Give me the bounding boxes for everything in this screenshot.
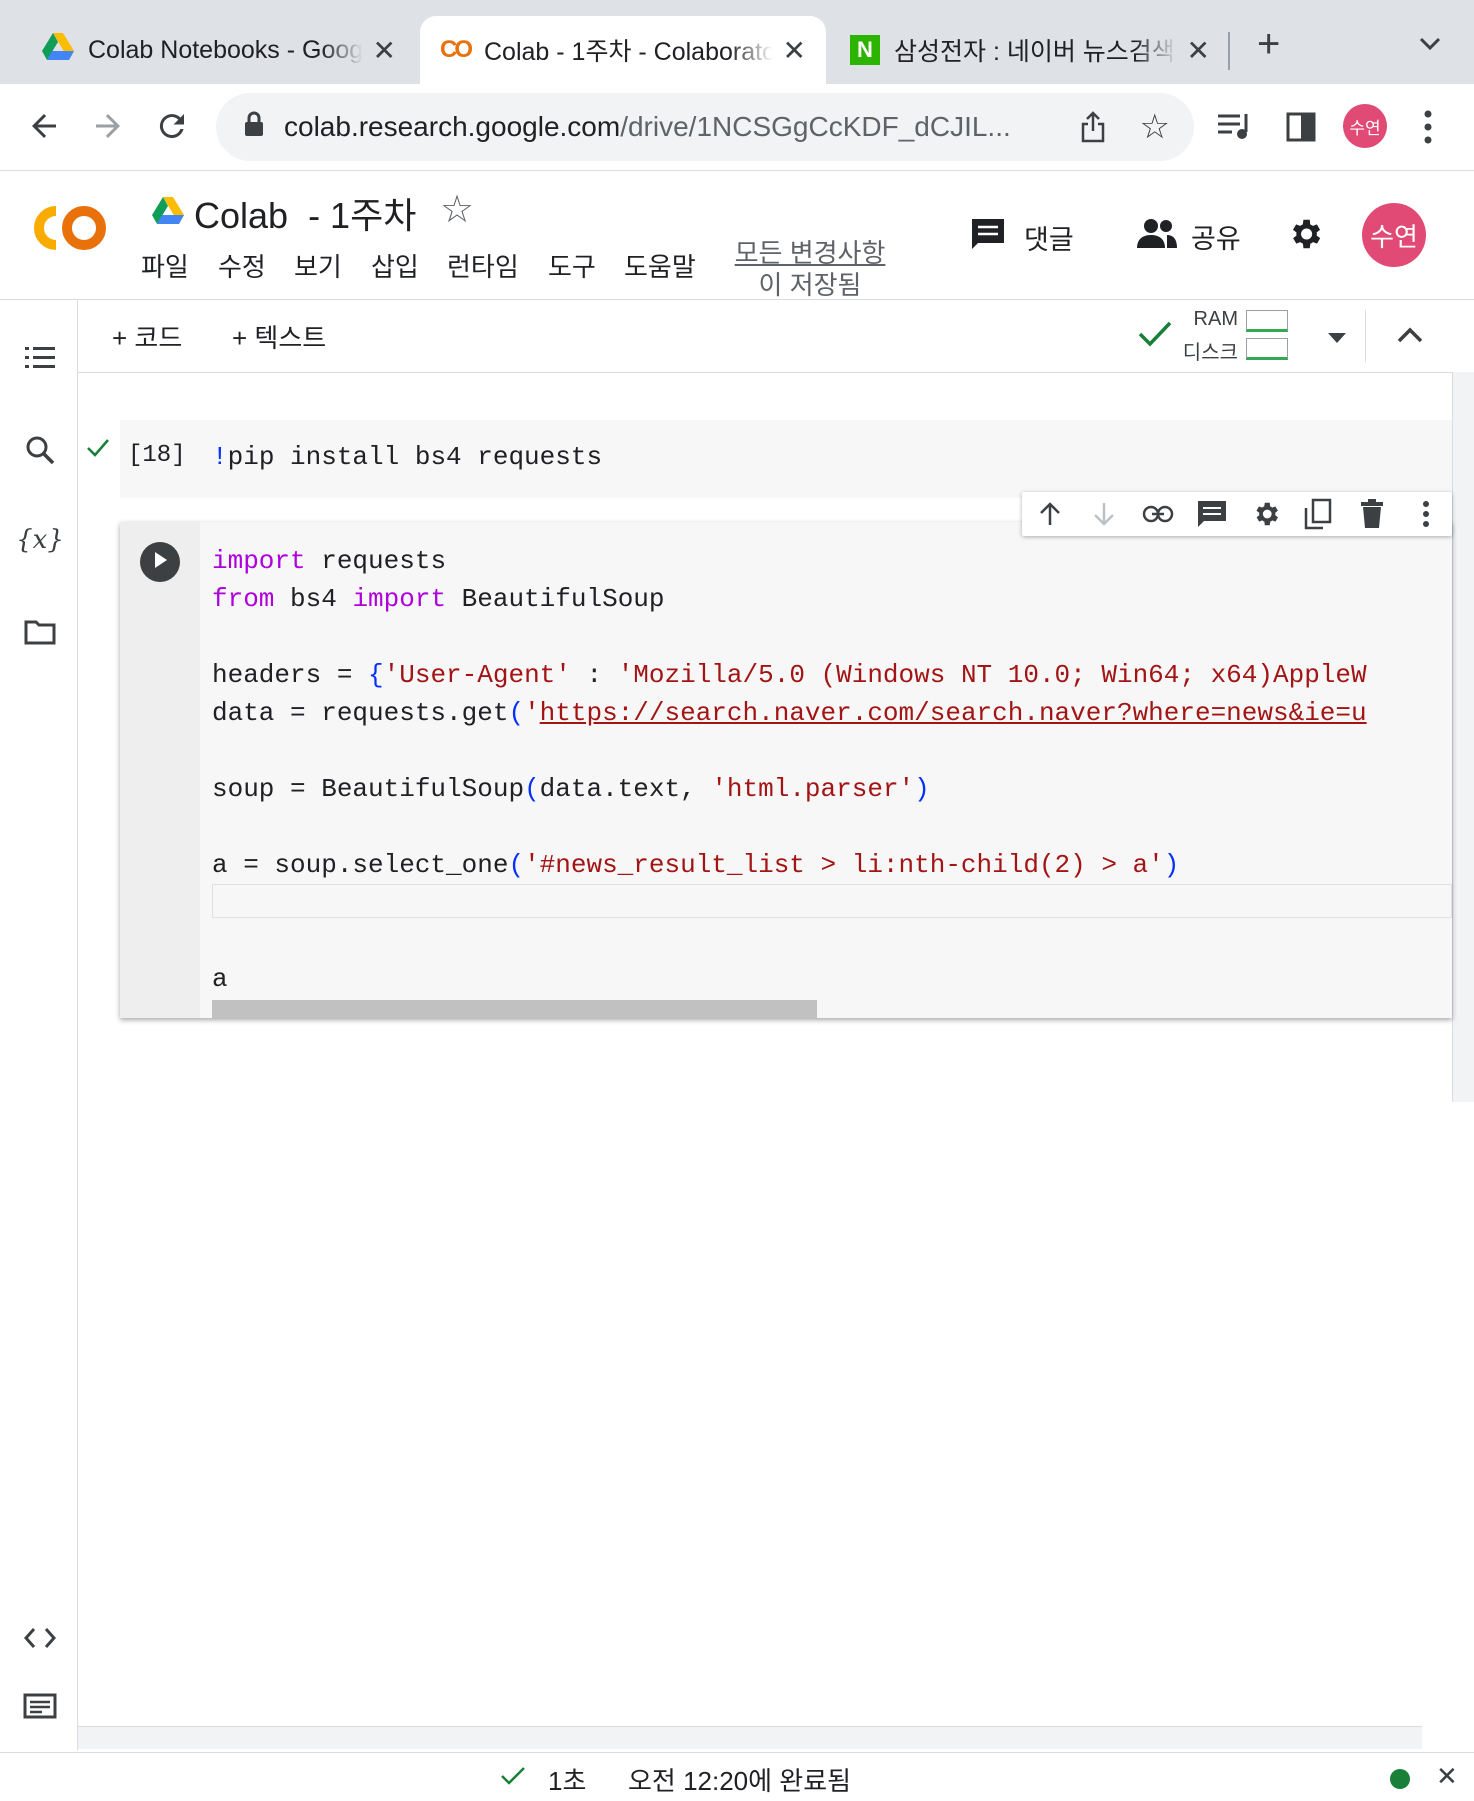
people-icon [1137,218,1177,255]
forward-icon[interactable] [90,108,126,149]
close-icon[interactable]: ✕ [783,34,806,67]
naver-icon: N [850,35,880,65]
comment-icon[interactable] [1192,494,1232,534]
tab-google-drive[interactable]: Colab Notebooks - Google Drive ✕ [22,16,416,84]
code-line[interactable]: a = soup.select_one('#news_result_list >… [212,850,1179,880]
reading-list-icon[interactable] [1216,110,1252,147]
code-snippets-icon[interactable] [20,1618,60,1658]
menu-tools[interactable]: 도구 [548,247,596,284]
code-cell-1[interactable]: [18] !pip install bs4 requests [120,420,1452,498]
code-line[interactable]: a [212,964,228,994]
settings-gear-icon[interactable] [1286,215,1324,258]
toolbar-divider [1365,310,1366,362]
execution-count: [18] [128,442,186,469]
code-line[interactable]: soup = BeautifulSoup(data.text, 'html.pa… [212,774,930,804]
execution-duration: 1초 [548,1766,587,1796]
tab-naver[interactable]: N 삼성전자 : 네이버 뉴스검색 ✕ [830,16,1230,84]
horizontal-scrollbar[interactable] [212,1000,817,1018]
colab-logo[interactable] [28,201,112,260]
address-bar[interactable]: colab.research.google.com/drive/1NCSGgCc… [216,93,1194,161]
tab-search-chevron-icon[interactable] [1418,36,1442,57]
menu-edit[interactable]: 수정 [218,247,266,284]
left-sidebar: {x} [0,300,78,1750]
close-icon[interactable]: ✕ [1187,34,1210,67]
user-avatar[interactable]: 수연 [1362,203,1426,267]
menu-file[interactable]: 파일 [141,247,189,284]
tab-label: Colab - 1주차 - Colaboratory [484,38,773,66]
cell-1-code[interactable]: !pip install bs4 requests [212,442,602,472]
code-line[interactable]: headers = {'User-Agent' : 'Mozilla/5.0 (… [212,660,1452,690]
completion-time: 오전 12:20에 완료됨 [628,1766,852,1796]
side-panel-icon[interactable] [1286,112,1316,147]
runtime-dropdown-icon[interactable] [1328,330,1346,348]
cell-success-check-icon [86,438,110,463]
mirror-cell-icon[interactable] [1298,494,1338,534]
move-up-icon[interactable] [1030,494,1070,534]
code-line[interactable]: from bs4 import BeautifulSoup [212,584,665,614]
play-icon [153,551,167,573]
search-icon[interactable] [20,430,60,470]
code-line[interactable]: import requests [212,546,446,576]
google-drive-icon [42,32,74,68]
profile-avatar[interactable]: 수연 [1343,104,1387,148]
menu-insert[interactable]: 삽입 [371,247,419,284]
folder-icon[interactable] [20,612,60,652]
browser-toolbar: colab.research.google.com/drive/1NCSGgCc… [0,84,1474,171]
url-path: /drive/1NCSGgCcKDF_dCJIL... [620,111,1011,142]
lock-icon [244,111,264,144]
cursor-line [212,884,1452,918]
cell-gutter [120,522,200,1018]
url-host: colab.research.google.com [284,111,621,142]
menu-help[interactable]: 도움말 [624,247,696,284]
notebook-toolbar: + 코드 + 텍스트 RAM 디스크 [78,300,1474,373]
table-of-contents-icon[interactable] [20,338,60,378]
disk-meter [1246,338,1288,360]
run-cell-button[interactable] [140,542,180,582]
more-vert-icon[interactable] [1406,494,1446,534]
menu-view[interactable]: 보기 [294,247,342,284]
browser-tab-strip: Colab Notebooks - Google Drive ✕ CO Cola… [0,0,1474,84]
status-bar: 1초 오전 12:20에 완료됨 ✕ [0,1752,1474,1801]
status-check-icon [500,1765,526,1792]
google-drive-icon [152,197,184,230]
bookmark-star-icon[interactable]: ☆ [1140,107,1170,147]
browser-menu-icon[interactable] [1424,110,1432,149]
delete-trash-icon[interactable] [1352,494,1392,534]
star-icon[interactable]: ☆ [440,187,474,232]
chevron-up-icon[interactable] [1396,326,1424,349]
close-icon[interactable]: ✕ [373,34,396,67]
tab-divider [1228,32,1230,70]
save-status[interactable]: 모든 변경사항 이 저장됨 [730,237,890,297]
settings-gear-icon[interactable] [1246,494,1286,534]
tab-label: 삼성전자 : 네이버 뉴스검색 [894,38,1175,66]
code-line[interactable]: data = requests.get('https://search.nave… [212,698,1452,728]
resources-indicator[interactable]: RAM 디스크 [1176,304,1306,368]
connection-status-dot [1390,1769,1410,1789]
add-text-button[interactable]: + 텍스트 [232,318,326,355]
tab-label: Colab Notebooks - Google Drive [88,35,363,64]
reload-icon[interactable] [154,108,190,149]
menu-runtime[interactable]: 런타임 [447,247,519,284]
share-button[interactable]: 공유 [1137,217,1241,256]
notebook-title[interactable]: Colab - 1주차 [194,187,416,239]
comment-icon [970,217,1006,258]
variables-icon[interactable]: {x} [16,520,64,560]
share-page-icon[interactable] [1080,111,1106,150]
ram-meter [1246,310,1288,332]
tab-colab[interactable]: CO Colab - 1주차 - Colaboratory ✕ [420,16,826,84]
close-icon[interactable]: ✕ [1436,1761,1458,1792]
code-url-link[interactable]: https://search.naver.com/search.naver?wh… [540,698,1367,728]
terminal-icon[interactable] [20,1686,60,1726]
comment-button[interactable]: 댓글 [970,217,1074,258]
link-icon[interactable] [1138,494,1178,534]
add-code-button[interactable]: + 코드 [112,318,182,355]
vertical-scrollbar[interactable] [1452,372,1474,1102]
back-icon[interactable] [26,108,62,149]
new-tab-icon[interactable]: + [1257,22,1280,67]
colab-icon: CO [440,36,473,63]
colab-header: Colab - 1주차 ☆ 파일 수정 보기 삽입 런타임 도구 도움말 모든 … [0,171,1474,300]
notebook-horizontal-scrollbar[interactable] [78,1726,1422,1749]
move-down-icon[interactable] [1084,494,1124,534]
connected-check-icon [1138,320,1172,353]
